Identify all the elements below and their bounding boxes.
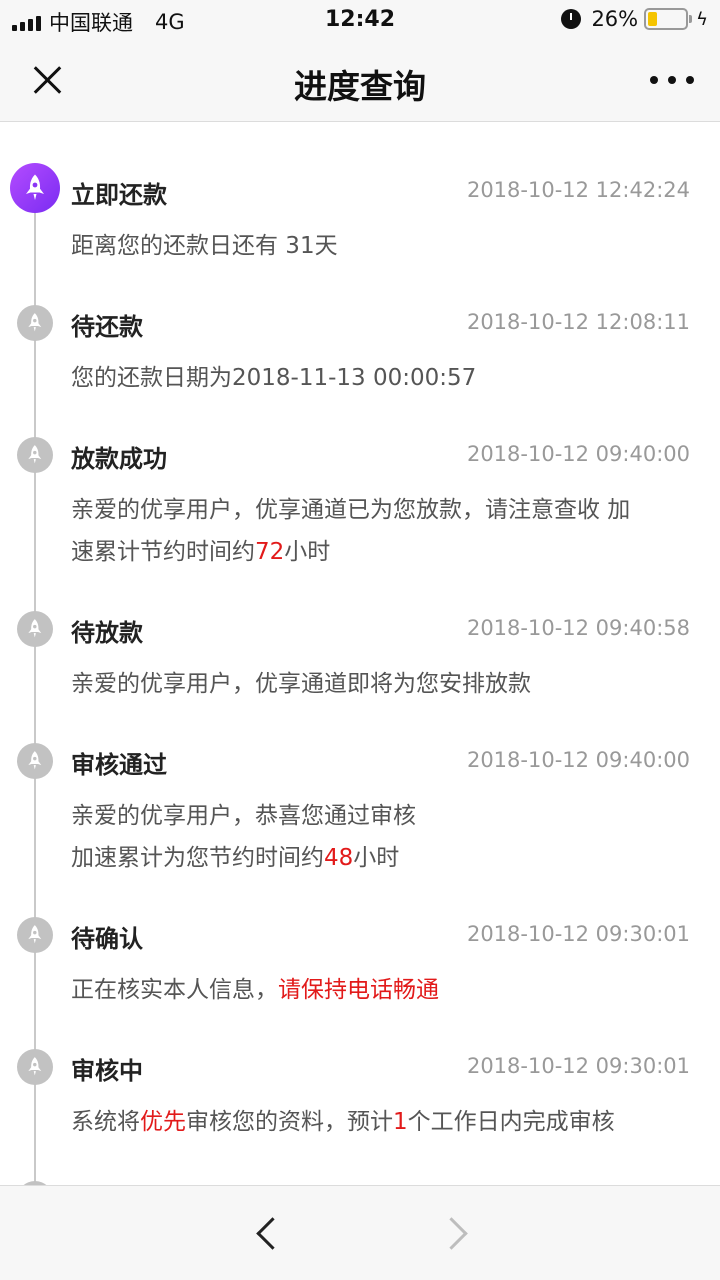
nav-bar: 进度查询 — [0, 40, 720, 122]
description-text: 速累计节约时间约 — [71, 539, 255, 565]
rocket-icon — [17, 305, 53, 341]
more-icon[interactable] — [650, 68, 694, 92]
timeline-description: 亲爱的优享用户，优享通道已为您放款，请注意查收 加速累计节约时间约72小时 — [71, 489, 691, 573]
rocket-icon — [17, 917, 53, 953]
description-line: 加速累计为您节约时间约48小时 — [71, 837, 691, 879]
battery-fill — [648, 12, 658, 26]
alarm-icon — [561, 9, 582, 29]
description-text: 加速累计为您节约时间约 — [71, 845, 324, 871]
description-text: 系统将 — [71, 1109, 140, 1135]
highlight-text: 72 — [255, 539, 285, 565]
timeline-description: 亲爱的优享用户，优享通道即将为您安排放款 — [71, 663, 691, 705]
timeline-line — [34, 193, 36, 1185]
description-line: 距离您的还款日还有 31天 — [71, 225, 691, 267]
progress-timeline: 立即还款 2018-10-12 12:42:24 距离您的还款日还有 31天 待还款 2… — [0, 123, 720, 1185]
timeline-title: 放款成功 — [71, 445, 167, 473]
timeline-title: 待放款 — [71, 619, 143, 647]
timeline-description: 距离您的还款日还有 31天 — [71, 225, 691, 267]
description-line: 亲爱的优享用户，优享通道即将为您安排放款 — [71, 663, 691, 705]
description-line: 亲爱的优享用户，优享通道已为您放款，请注意查收 加 — [71, 489, 691, 531]
status-bar: 中国联通 4G 12:42 26% ϟ — [0, 0, 720, 40]
description-text: 审核您的资料，预计 — [186, 1109, 393, 1135]
description-line: 您的还款日期为2018-11-13 00:00:57 — [71, 357, 691, 399]
description-text: 小时 — [284, 539, 331, 565]
rocket-icon — [17, 437, 53, 473]
charging-icon: ϟ — [696, 8, 708, 30]
rocket-icon — [17, 611, 53, 647]
description-text: 亲爱的优享用户，优享通道即将为您安排放款 — [71, 671, 531, 697]
description-line: 亲爱的优享用户，恭喜您通过审核 — [71, 795, 691, 837]
timeline-title: 待确认 — [71, 925, 143, 953]
description-line: 正在核实本人信息，请保持电话畅通 — [71, 969, 691, 1011]
battery-percent: 26% — [591, 7, 639, 31]
chevron-right-icon — [438, 1216, 472, 1250]
bottom-toolbar — [0, 1185, 720, 1280]
timeline-time: 2018-10-12 09:30:01 — [466, 1054, 690, 1078]
timeline-title: 待还款 — [71, 313, 143, 341]
description-text: 距离您的还款日还有 31天 — [71, 233, 338, 259]
highlight-text: 48 — [324, 845, 354, 871]
timeline-time: 2018-10-12 12:42:24 — [466, 178, 690, 202]
timeline-description: 正在核实本人信息，请保持电话畅通 — [71, 969, 691, 1011]
timeline-description: 亲爱的优享用户，恭喜您通过审核 加速累计为您节约时间约48小时 — [71, 795, 691, 879]
highlight-text: 请保持电话畅通 — [278, 977, 439, 1003]
rocket-icon — [17, 1049, 53, 1085]
timeline-title: 审核中 — [71, 1057, 143, 1085]
battery-icon — [644, 8, 693, 30]
timeline-time: 2018-10-12 09:40:58 — [466, 616, 690, 640]
description-text: 个工作日内完成审核 — [407, 1109, 615, 1135]
timeline-time: 2018-10-12 12:08:11 — [466, 310, 690, 334]
timeline-title: 审核通过 — [71, 751, 167, 779]
chevron-left-icon[interactable] — [250, 1216, 284, 1250]
timeline-description: 您的还款日期为2018-11-13 00:00:57 — [71, 357, 691, 399]
rocket-icon — [10, 163, 60, 213]
timeline-time: 2018-10-12 09:40:00 — [466, 442, 690, 466]
description-text: 正在核实本人信息， — [71, 977, 278, 1003]
description-text: 您的还款日期为2018-11-13 00:00:57 — [71, 365, 477, 391]
description-line: 系统将优先审核您的资料，预计1个工作日内完成审核 — [71, 1101, 691, 1143]
timeline-time: 2018-10-12 09:30:01 — [466, 922, 690, 946]
highlight-text: 1 — [393, 1109, 408, 1135]
status-right: 26% ϟ — [561, 7, 708, 31]
page-title: 进度查询 — [294, 67, 426, 106]
description-text: 亲爱的优享用户，优享通道已为您放款，请注意查收 加 — [71, 497, 631, 523]
timeline-time: 2018-10-12 09:40:00 — [466, 748, 690, 772]
timeline-description: 系统将优先审核您的资料，预计1个工作日内完成审核 — [71, 1101, 691, 1143]
description-text: 亲爱的优享用户，恭喜您通过审核 — [71, 803, 416, 829]
timeline-title: 立即还款 — [71, 181, 167, 209]
rocket-icon — [17, 743, 53, 779]
description-text: 小时 — [353, 845, 400, 871]
description-line: 速累计节约时间约72小时 — [71, 531, 691, 573]
highlight-text: 优先 — [140, 1109, 186, 1135]
